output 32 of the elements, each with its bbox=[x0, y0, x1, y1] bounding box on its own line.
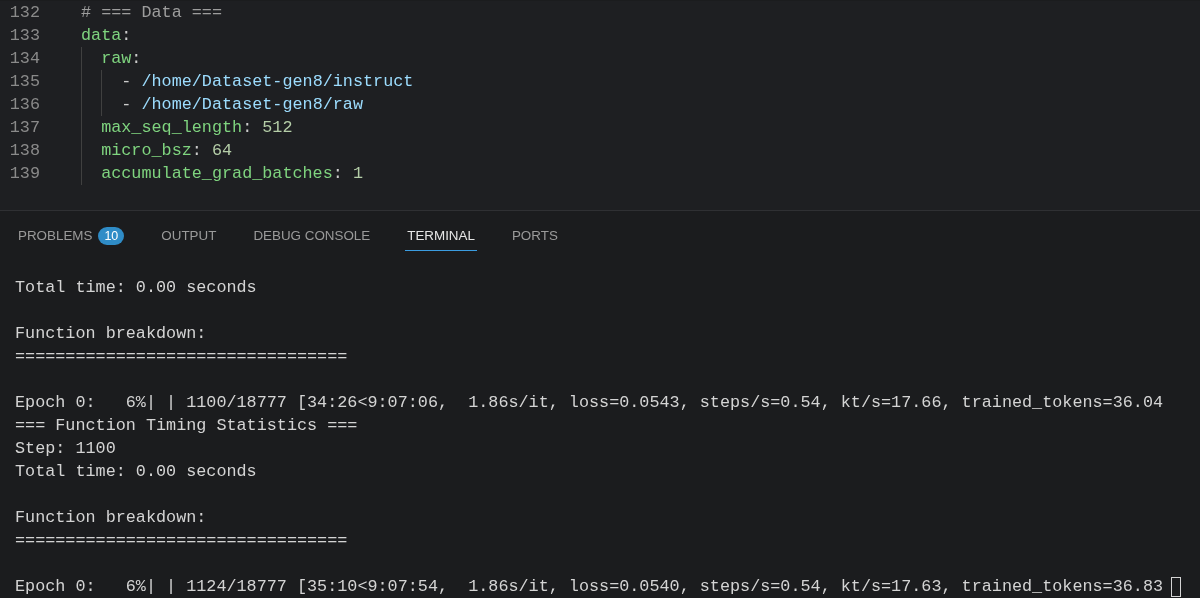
code-line: max_seq_length: 512 bbox=[81, 116, 293, 139]
terminal-line: Function breakdown: bbox=[15, 323, 207, 345]
code-line: micro_bsz: 64 bbox=[81, 139, 233, 162]
panel-tab[interactable]: DEBUG CONSOLE bbox=[251, 221, 373, 251]
terminal-line: === Function Timing Statistics === bbox=[15, 415, 358, 437]
code-line: - /home/Dataset-gen8/raw bbox=[81, 93, 363, 116]
line-number: 138 bbox=[8, 140, 41, 162]
panel-tab[interactable]: OUTPUT bbox=[159, 221, 219, 251]
line-number: 139 bbox=[8, 163, 41, 185]
code-line: data: bbox=[81, 25, 132, 47]
line-number: 134 bbox=[8, 48, 41, 70]
code-line: - /home/Dataset-gen8/instruct bbox=[81, 70, 414, 93]
line-number: 136 bbox=[8, 94, 41, 116]
panel-tab[interactable]: PROBLEMS 10 bbox=[16, 221, 127, 251]
line-number: 135 bbox=[8, 71, 41, 93]
terminal-line: Total time: 0.00 seconds bbox=[15, 461, 257, 483]
terminal-line: Step: 1100 bbox=[15, 438, 116, 460]
terminal-line: Function breakdown: bbox=[15, 507, 207, 529]
line-number: 133 bbox=[8, 25, 41, 47]
terminal-line: ================================= bbox=[15, 346, 348, 368]
code-line: # === Data === bbox=[81, 2, 222, 24]
terminal-line: Epoch 0: 6%| | 1124/18777 [35:10<9:07:54, 1.86s/it, loss=0.0540, steps/s=0.54, kt/s=17.63, trained_tokens=36.83 bbox=[15, 576, 1164, 598]
line-number: 132 bbox=[8, 2, 41, 24]
line-number: 137 bbox=[8, 117, 41, 139]
panel-tab[interactable]: TERMINAL bbox=[405, 221, 477, 251]
terminal-line: Total time: 0.00 seconds bbox=[15, 277, 257, 299]
terminal-line: ================================= bbox=[15, 530, 348, 552]
count-badge: 10 bbox=[98, 226, 125, 245]
terminal-line: Epoch 0: 6%| | 1100/18777 [34:26<9:07:06, 1.86s/it, loss=0.0543, steps/s=0.54, kt/s=17.66, trained_tokens=36.04 bbox=[15, 392, 1164, 414]
panel-tab[interactable]: PORTS bbox=[509, 221, 560, 251]
code-line: accumulate_grad_batches: 1 bbox=[81, 162, 363, 185]
code-line: raw: bbox=[81, 47, 142, 70]
